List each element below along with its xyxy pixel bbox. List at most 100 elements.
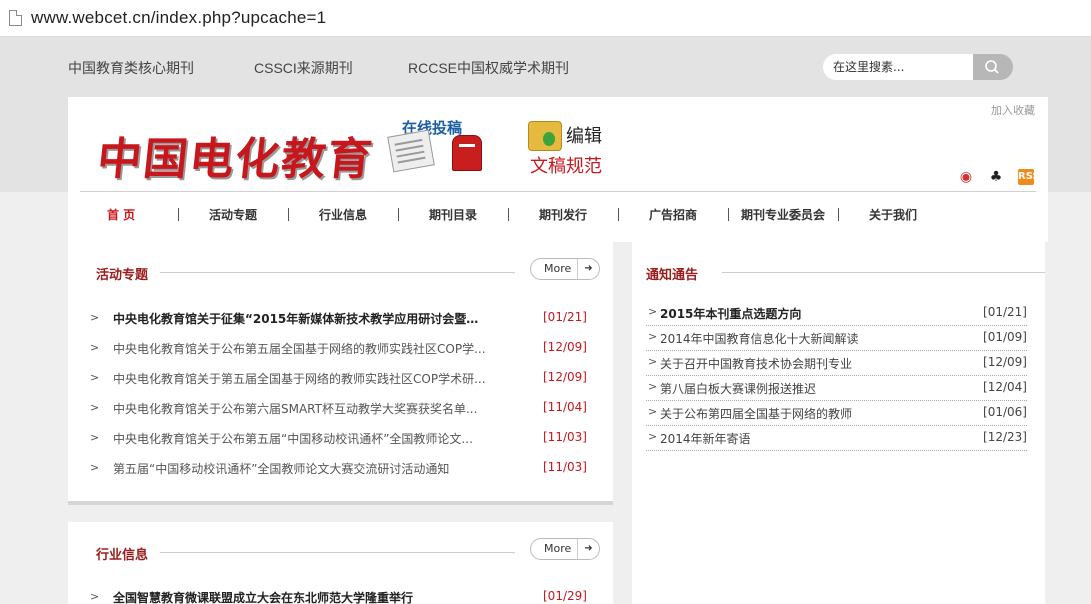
notice-date: [01/09] xyxy=(983,330,1027,344)
list-item[interactable]: > 关于公布第四届全国基于网络的教师 [01/06] xyxy=(646,401,1027,426)
bullet-icon: > xyxy=(90,590,100,603)
site-logo[interactable]: 中国电化教育 xyxy=(95,123,378,187)
news-date: [12/09] xyxy=(543,340,587,354)
folder-download-icon xyxy=(528,121,562,151)
news-title[interactable]: 中央电化教育馆关于第五届全国基于网络的教师实践社区COP学术研... xyxy=(113,370,488,387)
news-date: [11/03] xyxy=(543,460,587,474)
bullet-icon: > xyxy=(648,305,658,318)
editing-guidelines-button[interactable]: 编辑 文稿规范 xyxy=(528,119,658,179)
toplink-cssci[interactable]: CSSCI来源期刊 xyxy=(254,58,353,78)
bullet-icon: > xyxy=(648,405,658,418)
nav-separator xyxy=(728,208,729,221)
news-title[interactable]: 中央电化教育馆关于征集“2015年新媒体新技术教学应用研讨会暨第... xyxy=(113,310,488,327)
news-date: [01/21] xyxy=(543,310,587,324)
notice-title[interactable]: 2015年本刊重点选题方向 xyxy=(660,305,960,322)
list-item[interactable]: > 全国智慧教育微课联盟成立大会在东北师范大学隆重举行 [01/29] xyxy=(68,587,613,604)
nav-separator xyxy=(618,208,619,221)
page-icon xyxy=(9,10,22,26)
nav-about[interactable]: 关于我们 xyxy=(869,206,917,223)
notice-date: [01/06] xyxy=(983,405,1027,419)
notice-date: [12/04] xyxy=(983,380,1027,394)
notice-title[interactable]: 2014年中国教育信息化十大新闻解读 xyxy=(660,330,960,347)
arrow-right-icon: ➜ xyxy=(577,259,599,279)
news-title[interactable]: 中央电化教育馆关于公布第五届“中国移动校讯通杯”全国教师论文... xyxy=(113,430,488,447)
bullet-icon: > xyxy=(648,430,658,443)
nav-separator xyxy=(838,208,839,221)
activities-panel: 活动专题 More ➜ > 中央电化教育馆关于征集“2015年新媒体新技术教学应… xyxy=(68,242,613,501)
nav-catalog[interactable]: 期刊目录 xyxy=(429,206,477,223)
news-title[interactable]: 第五届“中国移动校讯通杯”全国教师论文大赛交流研讨活动通知 xyxy=(113,460,488,477)
bullet-icon: > xyxy=(90,401,100,414)
list-item[interactable]: > 关于召开中国教育技术协会期刊专业 [12/09] xyxy=(646,351,1027,376)
title-rule xyxy=(160,552,515,553)
notice-title[interactable]: 2014年新年寄语 xyxy=(660,430,960,447)
notice-date: [12/23] xyxy=(983,430,1027,444)
list-item[interactable]: > 中央电化教育馆关于公布第五届全国基于网络的教师实践社区COP学... [12… xyxy=(68,338,613,358)
more-label: More xyxy=(544,542,572,555)
bullet-icon: > xyxy=(90,371,100,384)
nav-committee[interactable]: 期刊专业委员会 xyxy=(741,206,825,223)
nav-separator xyxy=(398,208,399,221)
notice-title[interactable]: 关于公布第四届全国基于网络的教师 xyxy=(660,405,960,422)
nav-home[interactable]: 首 页 xyxy=(107,206,135,223)
news-date: [11/04] xyxy=(543,400,587,414)
notice-title[interactable]: 第八届白板大赛课例报送推迟 xyxy=(660,380,960,397)
toplink-core-journal[interactable]: 中国教育类核心期刊 xyxy=(68,58,194,78)
nav-separator xyxy=(288,208,289,221)
toplink-rccse[interactable]: RCCSE中国权威学术期刊 xyxy=(408,58,569,78)
list-item[interactable]: > 第八届白板大赛课例报送推迟 [12/04] xyxy=(646,376,1027,401)
edit-label: 编辑 xyxy=(566,126,602,147)
industry-more-button[interactable]: More ➜ xyxy=(530,538,600,560)
news-title[interactable]: 中央电化教育馆关于公布第五届全国基于网络的教师实践社区COP学... xyxy=(113,340,488,357)
title-rule xyxy=(722,272,1045,273)
list-item[interactable]: > 中央电化教育馆关于第五届全国基于网络的教师实践社区COP学术研... [12… xyxy=(68,368,613,388)
news-title[interactable]: 中央电化教育馆关于公布第六届SMART杯互动教学大奖赛获奖名单... xyxy=(113,400,488,417)
nav-industry[interactable]: 行业信息 xyxy=(319,206,367,223)
browser-address-bar[interactable]: www.webcet.cn/index.php?upcache=1 xyxy=(0,0,1091,37)
list-item[interactable]: > 中央电化教育馆关于公布第六届SMART杯互动教学大奖赛获奖名单... [11… xyxy=(68,398,613,418)
nav-distribution[interactable]: 期刊发行 xyxy=(539,206,587,223)
list-item[interactable]: > 2015年本刊重点选题方向 [01/21] xyxy=(646,301,1027,326)
notices-panel: 通知通告 > 2015年本刊重点选题方向 [01/21] > 2014年中国教育… xyxy=(632,242,1045,604)
notice-title[interactable]: 关于召开中国教育技术协会期刊专业 xyxy=(660,355,960,372)
search-button[interactable] xyxy=(973,54,1013,80)
document-icon xyxy=(387,129,435,173)
title-rule xyxy=(160,272,515,273)
weibo-icon[interactable]: ◉ xyxy=(958,169,974,185)
notices-title[interactable]: 通知通告 xyxy=(646,264,698,283)
header-divider xyxy=(80,191,1036,192)
bullet-icon: > xyxy=(90,311,100,324)
activities-title[interactable]: 活动专题 xyxy=(96,264,148,283)
search-box: 在这里搜素... xyxy=(823,54,1013,80)
url-text[interactable]: www.webcet.cn/index.php?upcache=1 xyxy=(31,8,326,28)
guidelines-label: 文稿规范 xyxy=(530,156,602,177)
arrow-right-icon: ➜ xyxy=(577,539,599,559)
bullet-icon: > xyxy=(90,341,100,354)
main-nav: 首 页 活动专题 行业信息 期刊目录 期刊发行 广告招商 期刊专业委员会 关于我… xyxy=(68,202,1048,228)
list-item[interactable]: > 中央电化教育馆关于征集“2015年新媒体新技术教学应用研讨会暨第... [0… xyxy=(68,308,613,328)
rss-icon[interactable]: RSS xyxy=(1018,169,1040,185)
industry-panel: 行业信息 More ➜ > 全国智慧教育微课联盟成立大会在东北师范大学隆重举行 … xyxy=(68,522,613,604)
industry-title[interactable]: 行业信息 xyxy=(96,544,148,563)
more-label: More xyxy=(544,262,572,275)
list-item[interactable]: > 2014年中国教育信息化十大新闻解读 [01/09] xyxy=(646,326,1027,351)
nav-separator xyxy=(508,208,509,221)
online-submission-button[interactable]: 在线投稿 xyxy=(387,117,488,177)
activities-more-button[interactable]: More ➜ xyxy=(530,258,600,280)
panel-shadow xyxy=(68,501,613,505)
list-item[interactable]: > 第五届“中国移动校讯通杯”全国教师论文大赛交流研讨活动通知 [11/03] xyxy=(68,458,613,478)
notice-date: [01/21] xyxy=(983,305,1027,319)
bullet-icon: > xyxy=(648,380,658,393)
list-item[interactable]: > 中央电化教育馆关于公布第五届“中国移动校讯通杯”全国教师论文... [11/… xyxy=(68,428,613,448)
qq-icon[interactable]: ♣ xyxy=(988,169,1004,185)
notice-date: [12/09] xyxy=(983,355,1027,369)
nav-advertising[interactable]: 广告招商 xyxy=(649,206,697,223)
nav-separator xyxy=(178,208,179,221)
add-favorite-link[interactable]: 加入收藏 xyxy=(991,102,1035,118)
list-item[interactable]: > 2014年新年寄语 [12/23] xyxy=(646,426,1027,451)
bullet-icon: > xyxy=(648,330,658,343)
search-input[interactable]: 在这里搜素... xyxy=(823,54,973,80)
news-title[interactable]: 全国智慧教育微课联盟成立大会在东北师范大学隆重举行 xyxy=(113,589,488,604)
nav-activities[interactable]: 活动专题 xyxy=(209,206,257,223)
bullet-icon: > xyxy=(648,355,658,368)
